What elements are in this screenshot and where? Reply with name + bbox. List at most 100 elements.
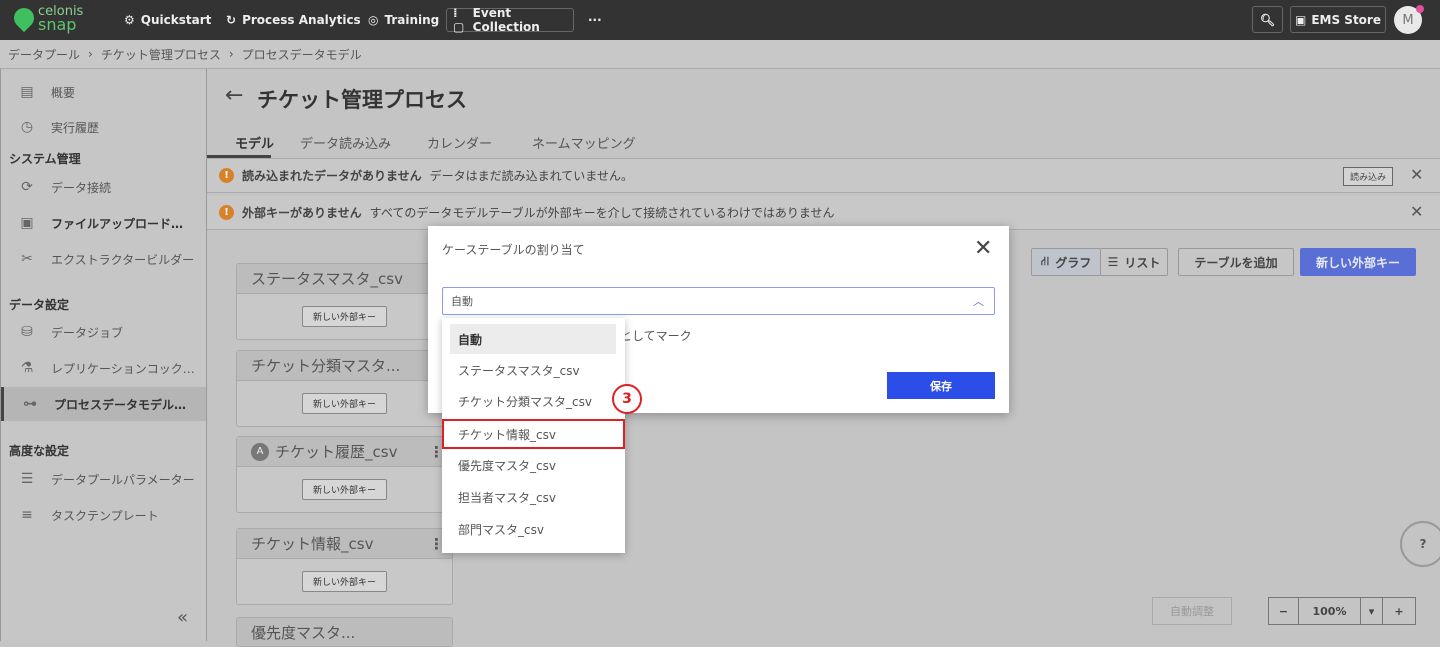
tab-calendar[interactable]: カレンダー xyxy=(427,133,492,152)
select-value: 自動 xyxy=(451,295,473,308)
search-icon: 🔍︎ xyxy=(1259,12,1276,27)
banner-text: すべてのデータモデルテーブルが外部キーを介して接続されているわけではありません xyxy=(369,206,835,220)
close-icon[interactable]: ✕ xyxy=(1410,165,1423,184)
chevron-right-icon: › xyxy=(88,47,93,61)
breadcrumb-item[interactable]: データプール xyxy=(8,46,80,63)
warning-banner-no-data: ! 読み込まれたデータがありません データはまだ読み込まれていません。 読み込み ✕ xyxy=(207,159,1440,193)
sliders-icon: ☰ xyxy=(20,471,34,487)
warning-icon: ! xyxy=(219,168,234,183)
chevron-right-icon: › xyxy=(228,47,234,61)
dropdown-option[interactable]: チケット分類マスタ_csv xyxy=(450,386,616,416)
close-icon[interactable]: ✕ xyxy=(974,236,992,261)
new-foreign-key-button[interactable]: 新しい外部キー xyxy=(301,571,387,592)
table-card[interactable]: ステータスマスタ_csv 新しい外部キー xyxy=(236,263,453,340)
new-foreign-key-button[interactable]: 新しい外部キー xyxy=(301,479,387,500)
graph-icon: ⛙ xyxy=(1040,254,1050,268)
nav-process-analytics[interactable]: ↻ Process Analytics xyxy=(220,8,367,32)
dropdown-option-highlighted[interactable]: チケット情報_csv xyxy=(442,419,625,449)
nav-label: Quickstart xyxy=(140,13,212,27)
sidebar-item-label: エクストラクタービルダー xyxy=(51,252,195,267)
load-button[interactable]: 読み込み xyxy=(1343,167,1394,186)
new-foreign-key-button[interactable]: 新しい外部キー xyxy=(1300,248,1416,276)
history-icon: ◷ xyxy=(20,119,34,135)
dropdown-option[interactable]: ステータスマスタ_csv xyxy=(450,355,616,385)
list-icon: ≡ xyxy=(21,507,33,523)
more-menu-button[interactable]: ··· xyxy=(582,8,608,32)
sidebar-item-label: 概要 xyxy=(51,85,76,100)
list-icon: ☰ xyxy=(1107,255,1119,269)
save-button[interactable]: 保存 xyxy=(887,372,995,399)
table-card[interactable]: A チケット履歴_csv ⋮ 新しい外部キー xyxy=(236,436,453,513)
table-card[interactable]: チケット分類マスタ... 新しい外部キー xyxy=(236,350,453,427)
nav-label: Training xyxy=(384,13,440,27)
nav-event-collection[interactable]: ⁞▢ Event Collection xyxy=(446,6,574,34)
mark-label: としてマーク xyxy=(620,329,692,343)
case-table-select[interactable]: 自動 ︿ xyxy=(442,287,995,315)
nav-training[interactable]: ◎ Training xyxy=(362,8,445,32)
dropdown-option[interactable]: 担当者マスタ_csv xyxy=(450,482,616,512)
table-card[interactable]: チケット情報_csv ⋮ 新しい外部キー xyxy=(236,528,453,605)
sidebar-item-parameters[interactable]: ☰ データプールパラメーター xyxy=(1,462,206,496)
nav-label: Process Analytics xyxy=(242,13,361,27)
help-button[interactable]: ? xyxy=(1400,521,1440,567)
tab-data-load[interactable]: データ読み込み xyxy=(300,133,391,152)
graph-label: グラフ xyxy=(1055,255,1092,270)
zoom-dropdown-icon[interactable]: ▾ xyxy=(1361,598,1383,624)
table-card[interactable]: 優先度マスタ... xyxy=(236,617,453,647)
warning-icon: ! xyxy=(219,205,234,220)
sidebar-item-extractor-builder[interactable]: ✂ エクストラクタービルダー xyxy=(1,242,206,276)
store-icon: ▣ xyxy=(1295,12,1307,27)
ems-store-button[interactable]: ▣ EMS Store xyxy=(1290,6,1386,33)
sidebar-item-label: ファイルアップロード… xyxy=(51,216,184,231)
graph-view-toggle[interactable]: ⛙ グラフ xyxy=(1031,248,1101,276)
connection-icon: ⟳ xyxy=(21,179,33,195)
avatar[interactable]: M xyxy=(1394,5,1424,34)
dropdown-option[interactable]: 部門マスタ_csv xyxy=(450,514,616,544)
nav-quickstart[interactable]: ⚙ Quickstart xyxy=(118,8,217,32)
dropdown-option[interactable]: 自動 xyxy=(450,324,616,354)
back-arrow-icon[interactable]: ← xyxy=(225,83,243,108)
banner-title: 読み込まれたデータがありません xyxy=(242,169,422,183)
flask-icon: ⚗ xyxy=(20,360,34,376)
table-name: チケット履歴_csv xyxy=(275,443,398,461)
sidebar: ▤ 概要 ◷ 実行履歴 システム管理 ⟳ データ接続 ▣ ファイルアップロード… ✂ エク… xyxy=(0,69,207,641)
logo-icon xyxy=(9,3,39,33)
dialog-title: ケーステーブルの割り当て xyxy=(442,243,585,257)
zoom-out-button[interactable]: − xyxy=(1269,598,1299,624)
sidebar-item-label: データジョブ xyxy=(51,325,124,340)
list-view-toggle[interactable]: ☰ リスト xyxy=(1100,248,1168,276)
sidebar-item-data-jobs[interactable]: ⛁ データジョブ xyxy=(1,315,206,349)
tools-icon: ✂ xyxy=(21,251,33,267)
tab-name-mapping[interactable]: ネームマッピング xyxy=(532,133,636,152)
sidebar-item-label: データ接続 xyxy=(51,180,112,195)
close-icon[interactable]: ✕ xyxy=(1410,202,1423,221)
step-annotation-badge: 3 xyxy=(612,384,642,414)
sidebar-item-replication[interactable]: ⚗ レプリケーションコック… xyxy=(1,351,206,385)
collection-icon: ⁞▢ xyxy=(453,6,465,34)
breadcrumb-item[interactable]: チケット管理プロセス xyxy=(101,46,221,63)
banner-title: 外部キーがありません xyxy=(242,206,362,220)
sidebar-item-overview[interactable]: ▤ 概要 xyxy=(1,75,206,109)
auto-fit-button[interactable]: 自動調整 xyxy=(1152,597,1232,625)
graduation-icon: ◎ xyxy=(368,13,379,27)
tab-model[interactable]: モデル xyxy=(235,133,274,152)
sidebar-item-label: タスクテンプレート xyxy=(51,508,159,523)
collapse-sidebar-icon[interactable]: « xyxy=(177,607,188,628)
sidebar-item-task-templates[interactable]: ≡ タスクテンプレート xyxy=(1,498,206,532)
search-button[interactable]: 🔍︎ xyxy=(1252,6,1283,33)
chart-icon: ↻ xyxy=(226,13,237,27)
celonis-logo[interactable]: celonis snap xyxy=(9,3,83,33)
sidebar-item-history[interactable]: ◷ 実行履歴 xyxy=(1,110,206,144)
sidebar-item-label: 実行履歴 xyxy=(51,120,100,135)
sidebar-item-data-connection[interactable]: ⟳ データ接続 xyxy=(1,170,206,204)
avatar-initial: M xyxy=(1402,12,1414,28)
new-foreign-key-button[interactable]: 新しい外部キー xyxy=(301,306,387,327)
folder-icon: ▣ xyxy=(20,215,34,231)
zoom-in-button[interactable]: + xyxy=(1383,598,1415,624)
add-table-button[interactable]: テーブルを追加 xyxy=(1178,248,1294,276)
sidebar-item-file-upload[interactable]: ▣ ファイルアップロード… xyxy=(1,206,206,240)
dropdown-option[interactable]: 優先度マスタ_csv xyxy=(450,450,616,480)
sidebar-item-process-data-model[interactable]: ⊶ プロセスデータモデル… xyxy=(1,387,206,421)
new-foreign-key-button[interactable]: 新しい外部キー xyxy=(301,393,387,414)
page-title: チケット管理プロセス xyxy=(257,88,467,112)
